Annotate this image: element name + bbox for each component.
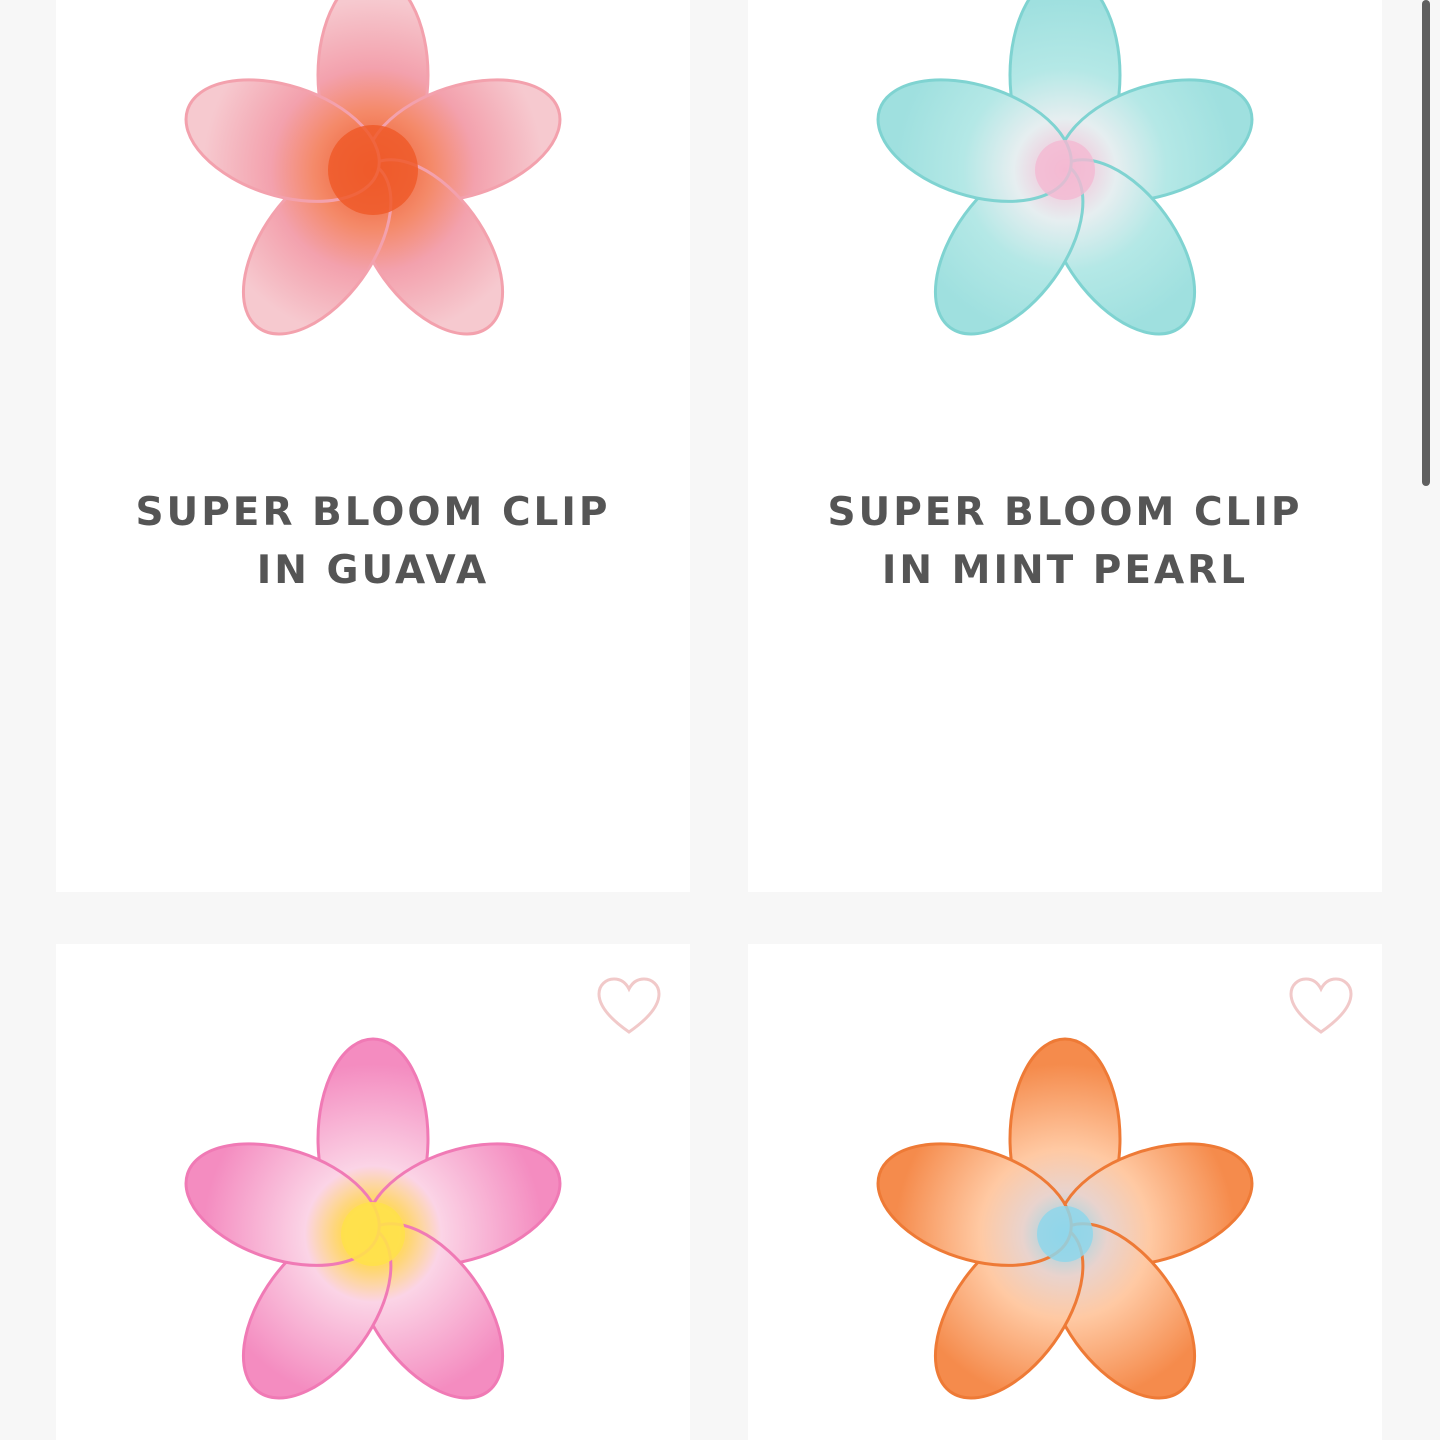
scrollbar[interactable] bbox=[1400, 0, 1440, 720]
product-image-pink-clip[interactable] bbox=[173, 1034, 573, 1434]
scrollbar-thumb[interactable] bbox=[1422, 0, 1430, 486]
product-title[interactable]: SUPER BLOOM CLIP IN MINT PEARL bbox=[748, 484, 1382, 600]
product-card-mint-pearl[interactable]: SUPER BLOOM CLIP IN MINT PEARL bbox=[748, 0, 1382, 892]
product-image-mint-pearl-clip[interactable] bbox=[865, 0, 1265, 370]
product-title[interactable]: SUPER BLOOM CLIP IN GUAVA bbox=[56, 484, 690, 600]
product-title-line1[interactable]: SUPER BLOOM CLIP bbox=[56, 484, 690, 542]
product-title-line2[interactable]: IN MINT PEARL bbox=[748, 542, 1382, 600]
product-card-pink[interactable] bbox=[56, 944, 690, 1440]
product-title-line2[interactable]: IN GUAVA bbox=[56, 542, 690, 600]
product-grid-page: SUPER BLOOM CLIP IN GUAVA SUPER BLOOM CL… bbox=[0, 0, 1440, 1440]
product-card-guava[interactable]: SUPER BLOOM CLIP IN GUAVA bbox=[56, 0, 690, 892]
product-card-orange[interactable] bbox=[748, 944, 1382, 1440]
product-title-line1[interactable]: SUPER BLOOM CLIP bbox=[748, 484, 1382, 542]
product-image-guava-clip[interactable] bbox=[173, 0, 573, 370]
product-image-orange-clip[interactable] bbox=[865, 1034, 1265, 1434]
heart-outline-icon[interactable] bbox=[596, 976, 662, 1038]
heart-outline-icon[interactable] bbox=[1288, 976, 1354, 1038]
